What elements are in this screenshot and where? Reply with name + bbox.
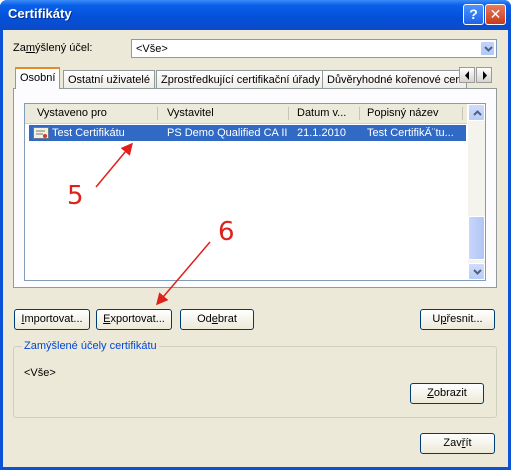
help-button[interactable]: ? — [463, 4, 484, 25]
remove-button[interactable]: Odebrat — [180, 309, 254, 330]
export-button[interactable]: Exportovat... — [96, 309, 172, 330]
purposes-value: <Vše> — [24, 367, 56, 379]
purposes-group-title: Zamýšlené účely certifikátu — [22, 340, 159, 352]
annotation-arrow-5 — [95, 142, 133, 188]
tab-personal[interactable]: Osobní — [15, 67, 61, 89]
import-button[interactable]: Importovat... — [14, 309, 90, 330]
dialog-window: Certifikáty ? ✕ Zamýšlený účel: <Vše> Os… — [0, 0, 511, 470]
close-button[interactable]: Zavřít — [420, 433, 495, 454]
dialog-client: Zamýšlený účel: <Vše> Osobní Ostatní uži… — [3, 30, 508, 467]
title-bar: Certifikáty ? ✕ — [0, 0, 511, 30]
purposes-groupbox: Zamýšlené účely certifikátu <Vše> Zobraz… — [13, 340, 497, 418]
close-icon: ✕ — [489, 6, 502, 22]
advanced-button[interactable]: Upřesnit... — [420, 309, 495, 330]
help-icon: ? — [469, 6, 478, 22]
close-window-button[interactable]: ✕ — [485, 4, 506, 25]
view-button[interactable]: Zobrazit — [410, 383, 484, 404]
annotation-arrow-6 — [156, 241, 211, 306]
window-title: Certifikáty — [8, 6, 72, 21]
